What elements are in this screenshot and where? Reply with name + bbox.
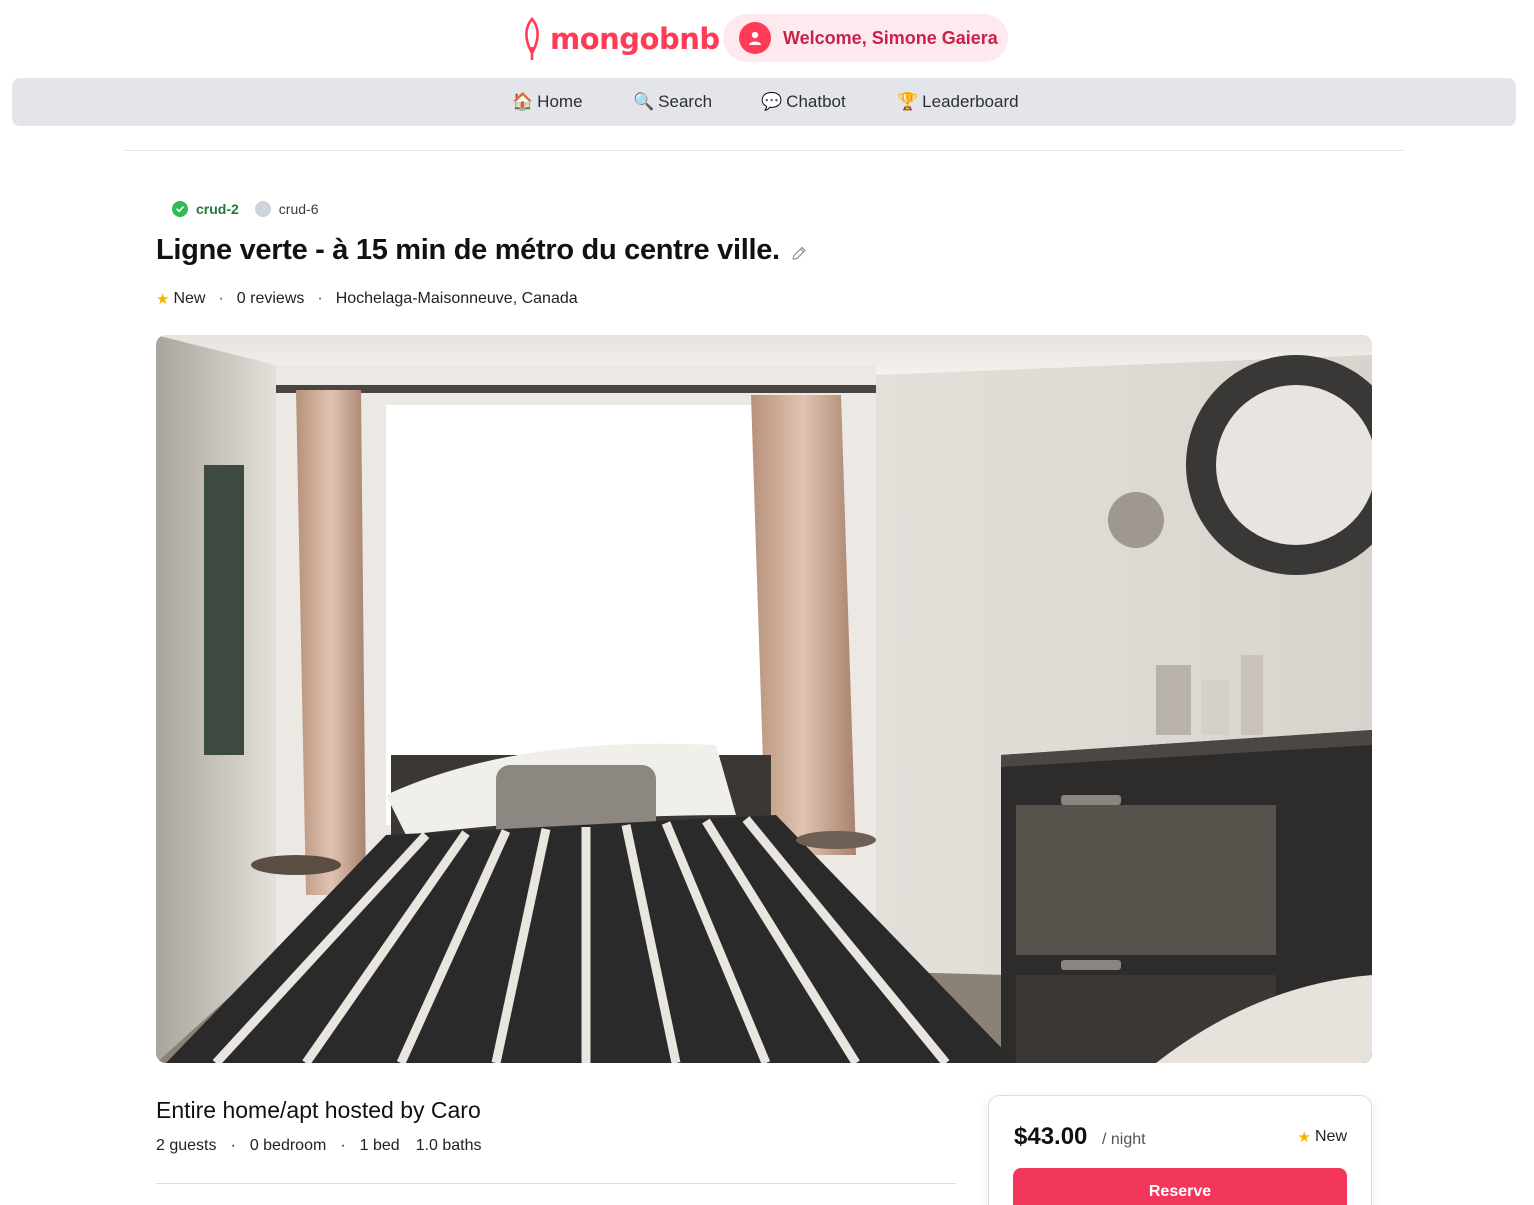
dot-separator: · xyxy=(317,290,323,307)
main-nav: 🏠 Home 🔍 Search 💬 Chatbot 🏆 Leaderboard xyxy=(12,78,1516,126)
house-icon: 🏠 xyxy=(512,92,534,112)
bath-count: 1.0 baths xyxy=(415,1137,482,1154)
welcome-text: Welcome, Simone Gaiera xyxy=(783,27,998,48)
nav-leaderboard[interactable]: 🏆 Leaderboard xyxy=(897,92,1019,112)
nav-chatbot[interactable]: 💬 Chatbot xyxy=(761,92,846,112)
reserve-button[interactable]: Reserve xyxy=(1013,1168,1347,1205)
dot-separator: · xyxy=(340,1137,346,1154)
nav-chatbot-label: Chatbot xyxy=(786,92,846,111)
logo[interactable]: mongobnb xyxy=(522,16,720,62)
listing-tags: crud-2 crud-6 xyxy=(172,199,318,219)
listing-title: Ligne verte - à 15 min de métro du centr… xyxy=(156,234,780,266)
guests-count: 2 guests xyxy=(156,1137,217,1154)
nightly-price: $43.00 xyxy=(1014,1123,1088,1150)
user-avatar-icon xyxy=(739,22,771,54)
tag-crud-2[interactable]: crud-2 xyxy=(172,201,239,217)
listing-photo[interactable] xyxy=(156,335,1372,1063)
pencil-edit-icon[interactable] xyxy=(790,245,808,263)
nav-home-label: Home xyxy=(537,92,583,111)
dot-separator: · xyxy=(230,1137,236,1154)
listing-location[interactable]: Hochelaga-Maisonneuve, Canada xyxy=(336,290,578,308)
magnifier-icon: 🔍 xyxy=(633,92,655,112)
card-rating: ★ New xyxy=(1298,1128,1347,1146)
tag-crud-6-label: crud-6 xyxy=(278,201,319,217)
bed-count: 1 bed xyxy=(359,1137,400,1154)
speech-bubble-icon: 💬 xyxy=(761,92,783,112)
tag-crud-6[interactable]: crud-6 xyxy=(254,201,319,217)
listing-specs: 2 guests · 0 bedroom · 1 bed 1.0 baths xyxy=(156,1137,482,1155)
card-rating-text: New xyxy=(1314,1128,1347,1145)
top-header: mongobnb Welcome, Simone Gaiera xyxy=(0,0,1534,76)
trophy-icon: 🏆 xyxy=(897,92,919,112)
reviews-count[interactable]: 0 reviews xyxy=(237,290,305,308)
nav-leaderboard-label: Leaderboard xyxy=(922,92,1019,111)
listing-meta: ★ New · 0 reviews · Hochelaga-Maisonneuv… xyxy=(156,290,578,308)
star-icon: ★ xyxy=(1297,1129,1311,1146)
header-divider xyxy=(124,150,1404,151)
user-welcome-pill[interactable]: Welcome, Simone Gaiera xyxy=(723,14,1008,62)
per-night-label: / night xyxy=(1102,1131,1146,1148)
dot-separator: · xyxy=(218,290,224,307)
empty-circle-icon xyxy=(254,201,271,217)
tag-crud-2-label: crud-2 xyxy=(196,201,239,217)
bedroom-count: 0 bedroom xyxy=(249,1137,327,1154)
logo-text: mongobnb xyxy=(550,22,720,56)
nav-home[interactable]: 🏠 Home xyxy=(512,92,583,112)
rating-text: New xyxy=(173,290,206,307)
section-divider xyxy=(156,1183,956,1184)
leaf-logo-icon xyxy=(525,17,539,60)
booking-card: $43.00 / night ★ New Reserve xyxy=(988,1095,1372,1205)
nav-search-label: Search xyxy=(658,92,713,111)
check-icon xyxy=(172,201,188,217)
host-title: Entire home/apt hosted by Caro xyxy=(156,1097,481,1123)
nav-search[interactable]: 🔍 Search xyxy=(633,92,712,112)
star-icon: ★ xyxy=(156,291,170,308)
listing-title-row: Ligne verte - à 15 min de métro du centr… xyxy=(156,234,808,267)
